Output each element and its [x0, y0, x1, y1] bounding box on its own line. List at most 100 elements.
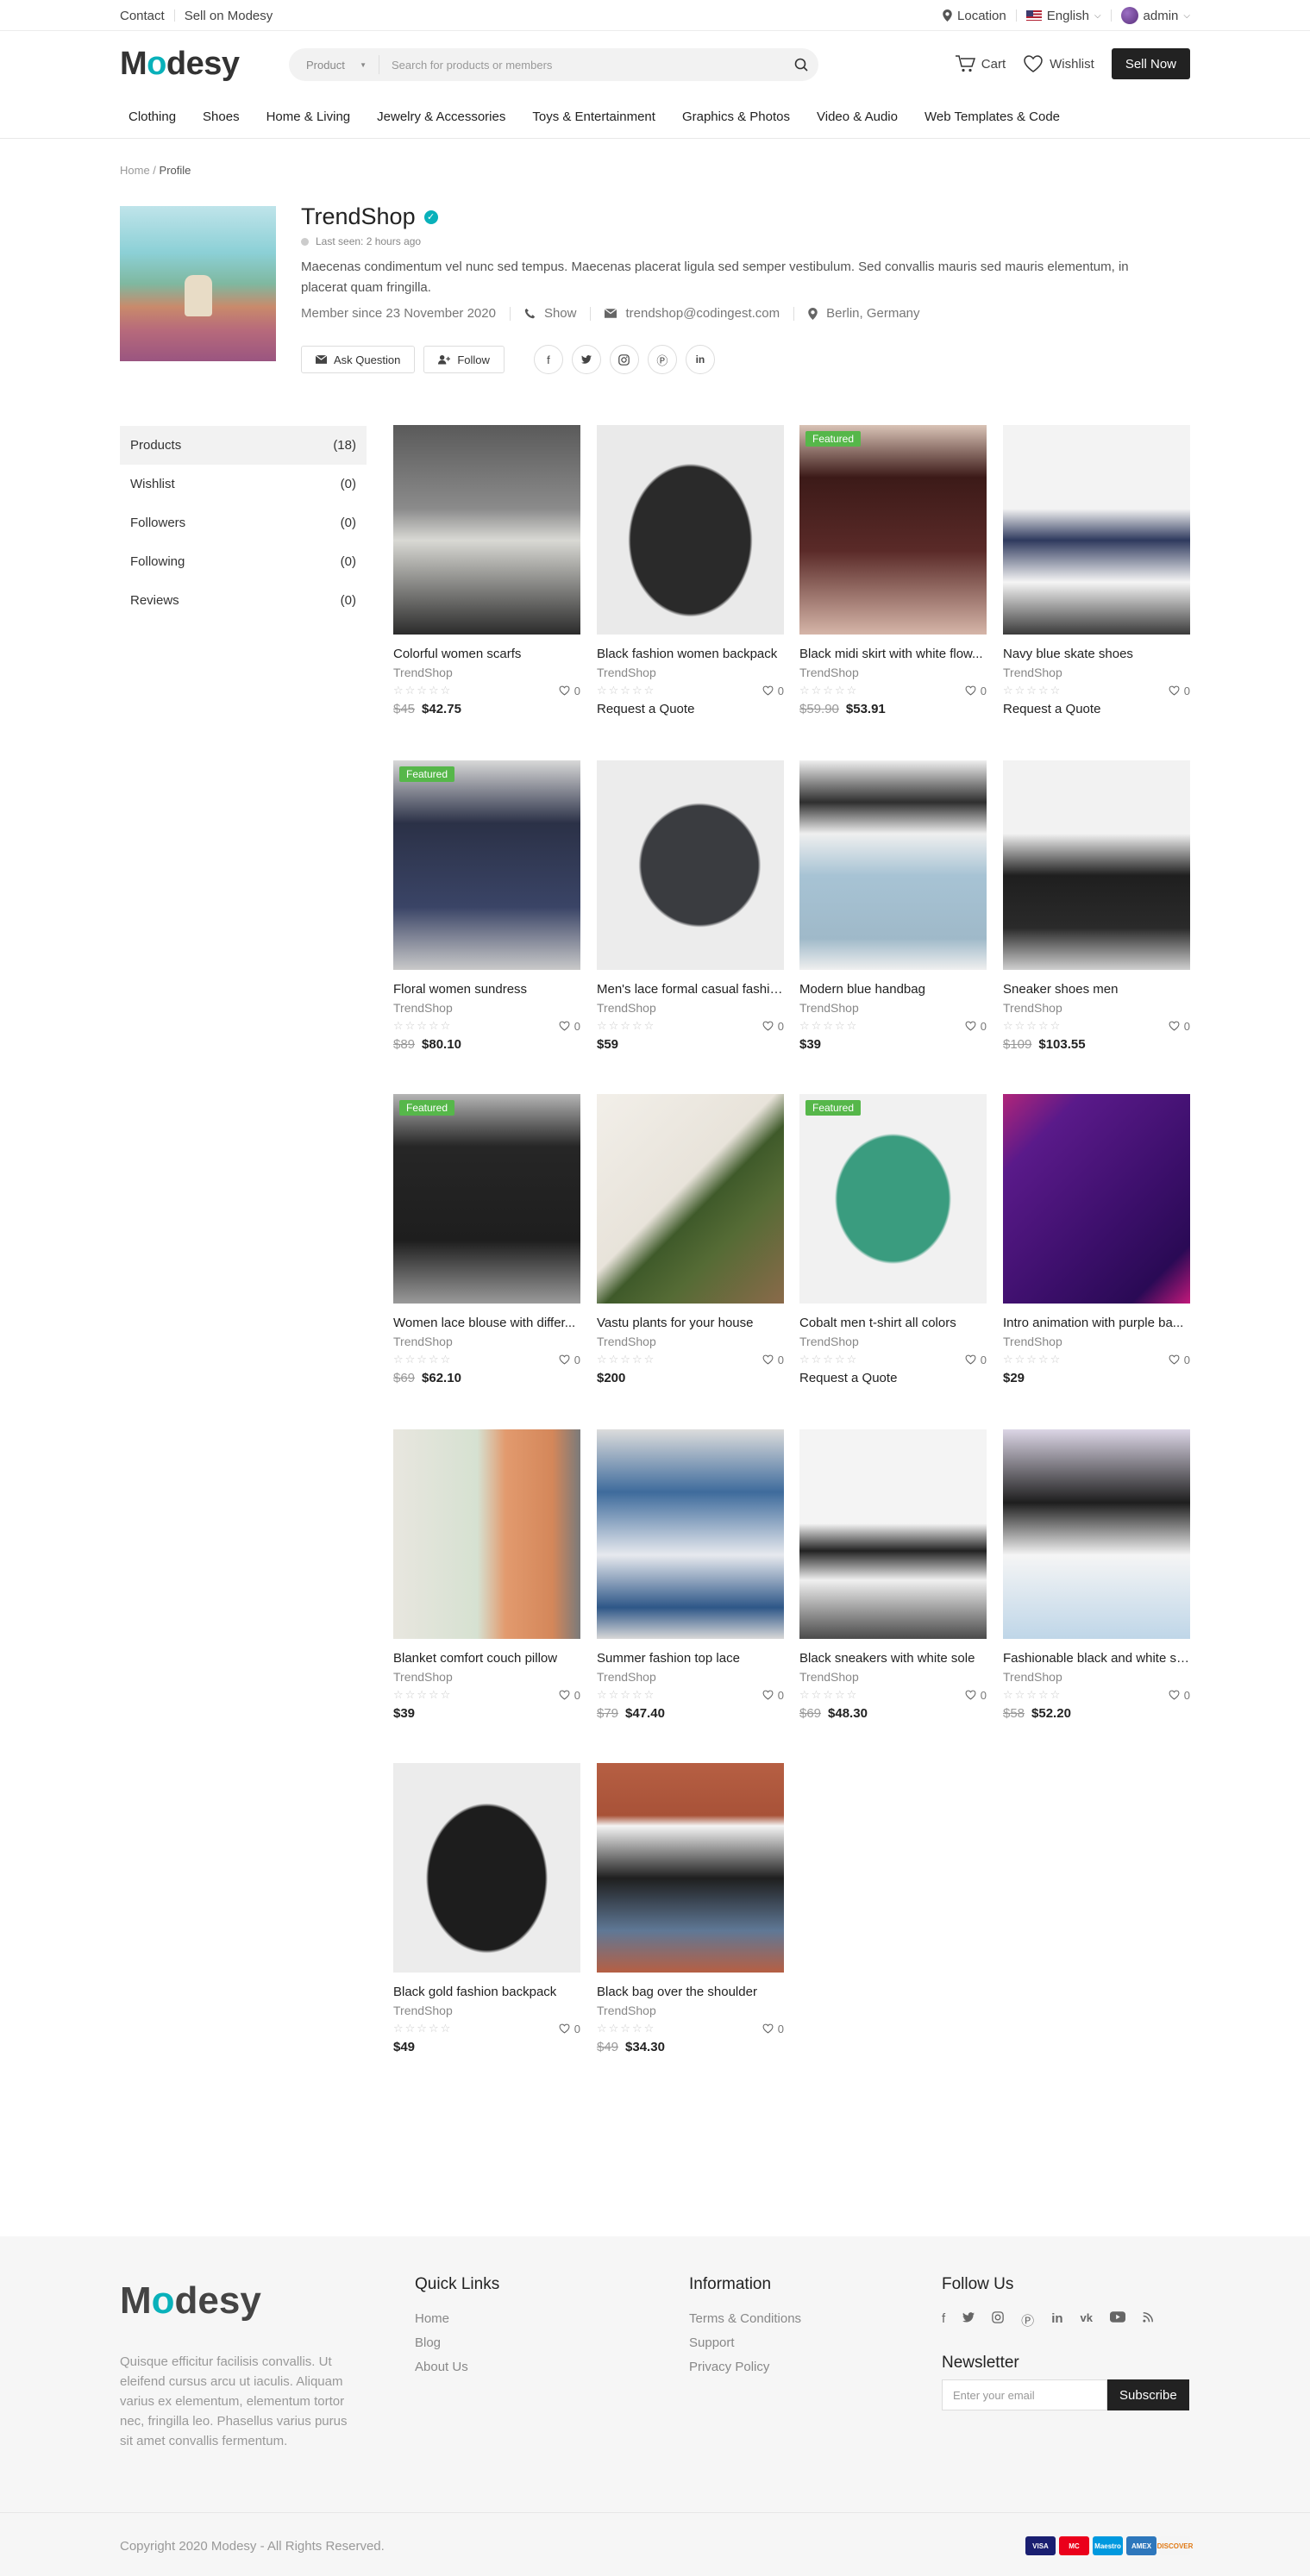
- subscribe-button[interactable]: Subscribe: [1107, 2379, 1189, 2410]
- like-button[interactable]: 0: [559, 685, 580, 697]
- product-image[interactable]: Featured: [393, 760, 580, 970]
- footer-link[interactable]: Terms & Conditions: [689, 2311, 801, 2326]
- product-seller[interactable]: TrendShop: [597, 666, 784, 679]
- like-button[interactable]: 0: [965, 1689, 987, 1702]
- product-image[interactable]: [1003, 425, 1190, 635]
- nav-item[interactable]: Clothing: [128, 109, 176, 124]
- like-button[interactable]: 0: [559, 1689, 580, 1702]
- product-title[interactable]: Summer fashion top lace: [597, 1651, 784, 1666]
- pinterest-icon[interactable]: Ⓟ: [1021, 2311, 1034, 2329]
- cart-link[interactable]: Cart: [955, 54, 1006, 73]
- pinterest-icon[interactable]: Ⓟ: [647, 345, 677, 374]
- product-image[interactable]: Featured: [799, 1094, 987, 1304]
- product-image[interactable]: [799, 760, 987, 970]
- contact-link[interactable]: Contact: [120, 9, 165, 23]
- product-image[interactable]: [597, 1763, 784, 1973]
- nav-item[interactable]: Toys & Entertainment: [532, 109, 655, 124]
- user-menu[interactable]: admin ⌵: [1120, 7, 1190, 24]
- product-card[interactable]: Featured Women lace blouse with differ...…: [393, 1094, 580, 1385]
- product-card[interactable]: Black sneakers with white sole TrendShop ☆…: [799, 1429, 987, 1721]
- twitter-icon[interactable]: [962, 2311, 975, 2329]
- nav-item[interactable]: Home & Living: [266, 109, 351, 124]
- product-title[interactable]: Fashionable black and white sn...: [1003, 1651, 1190, 1666]
- footer-link[interactable]: About Us: [415, 2360, 499, 2374]
- nav-item[interactable]: Jewelry & Accessories: [377, 109, 505, 124]
- ask-question-button[interactable]: Ask Question: [301, 346, 416, 373]
- linkedin-icon[interactable]: in: [1051, 2311, 1062, 2329]
- current-price[interactable]: Request a Quote: [597, 702, 694, 716]
- like-button[interactable]: 0: [965, 1020, 987, 1033]
- like-button[interactable]: 0: [965, 685, 987, 697]
- like-button[interactable]: 0: [1169, 1354, 1190, 1366]
- product-image[interactable]: Featured: [799, 425, 987, 635]
- product-card[interactable]: Intro animation with purple ba... TrendSh…: [1003, 1094, 1190, 1385]
- product-title[interactable]: Colorful women scarfs: [393, 647, 580, 661]
- sidebar-item-followers[interactable]: Followers (0): [120, 503, 367, 542]
- like-button[interactable]: 0: [762, 2023, 784, 2035]
- product-seller[interactable]: TrendShop: [597, 1335, 784, 1348]
- vk-icon[interactable]: vk: [1081, 2311, 1093, 2329]
- youtube-icon[interactable]: [1110, 2311, 1125, 2329]
- product-seller[interactable]: TrendShop: [799, 1001, 987, 1015]
- product-title[interactable]: Cobalt men t-shirt all colors: [799, 1316, 987, 1330]
- footer-logo[interactable]: Modesy: [120, 2279, 261, 2323]
- product-seller[interactable]: TrendShop: [597, 1001, 784, 1015]
- product-seller[interactable]: TrendShop: [393, 1670, 580, 1684]
- location-selector[interactable]: Location: [943, 9, 1006, 23]
- product-card[interactable]: Featured Cobalt men t-shirt all colors Tre…: [799, 1094, 987, 1385]
- sell-on-link[interactable]: Sell on Modesy: [185, 9, 273, 23]
- nav-item[interactable]: Graphics & Photos: [682, 109, 790, 124]
- product-seller[interactable]: TrendShop: [1003, 1335, 1190, 1348]
- twitter-icon[interactable]: [571, 345, 601, 374]
- sidebar-item-wishlist[interactable]: Wishlist (0): [120, 465, 367, 503]
- product-seller[interactable]: TrendShop: [799, 1670, 987, 1684]
- product-card[interactable]: Black bag over the shoulder TrendShop ☆☆☆☆…: [597, 1763, 784, 2054]
- rss-icon[interactable]: [1143, 2311, 1153, 2329]
- product-card[interactable]: Colorful women scarfs TrendShop ☆☆☆☆☆ 0 $45 $…: [393, 425, 580, 716]
- product-card[interactable]: Black fashion women backpack TrendShop ☆☆☆…: [597, 425, 784, 716]
- product-image[interactable]: [597, 1094, 784, 1304]
- like-button[interactable]: 0: [1169, 1689, 1190, 1702]
- product-title[interactable]: Floral women sundress: [393, 982, 580, 997]
- product-seller[interactable]: TrendShop: [799, 666, 987, 679]
- product-title[interactable]: Blanket comfort couch pillow: [393, 1651, 580, 1666]
- nav-item[interactable]: Shoes: [203, 109, 240, 124]
- product-title[interactable]: Modern blue handbag: [799, 982, 987, 997]
- current-price[interactable]: Request a Quote: [799, 1371, 897, 1385]
- product-image[interactable]: [393, 1763, 580, 1973]
- product-card[interactable]: Vastu plants for your house TrendShop ☆☆☆☆…: [597, 1094, 784, 1385]
- product-card[interactable]: Fashionable black and white sn... TrendSh…: [1003, 1429, 1190, 1721]
- instagram-icon[interactable]: [992, 2311, 1004, 2329]
- facebook-icon[interactable]: f: [942, 2311, 945, 2329]
- product-seller[interactable]: TrendShop: [393, 2004, 580, 2017]
- product-card[interactable]: Black gold fashion backpack TrendShop ☆☆☆☆…: [393, 1763, 580, 2054]
- like-button[interactable]: 0: [965, 1354, 987, 1366]
- product-image[interactable]: [1003, 1094, 1190, 1304]
- language-selector[interactable]: English ⌵: [1025, 9, 1101, 23]
- nav-item[interactable]: Web Templates & Code: [925, 109, 1060, 124]
- linkedin-icon[interactable]: in: [685, 345, 715, 374]
- logo[interactable]: Modesy: [120, 46, 240, 83]
- product-image[interactable]: Featured: [393, 1094, 580, 1304]
- product-seller[interactable]: TrendShop: [393, 1335, 580, 1348]
- product-image[interactable]: [799, 1429, 987, 1639]
- like-button[interactable]: 0: [1169, 1020, 1190, 1033]
- sidebar-item-products[interactable]: Products (18): [120, 426, 367, 465]
- footer-link[interactable]: Privacy Policy: [689, 2360, 801, 2374]
- like-button[interactable]: 0: [559, 1020, 580, 1033]
- product-title[interactable]: Black midi skirt with white flow...: [799, 647, 987, 661]
- product-seller[interactable]: TrendShop: [1003, 666, 1190, 679]
- product-title[interactable]: Black bag over the shoulder: [597, 1985, 784, 1999]
- product-card[interactable]: Modern blue handbag TrendShop ☆☆☆☆☆ 0 $39: [799, 760, 987, 1052]
- search-category-select[interactable]: Product ▼: [289, 55, 379, 74]
- product-card[interactable]: Blanket comfort couch pillow TrendShop ☆☆☆…: [393, 1429, 580, 1721]
- product-title[interactable]: Sneaker shoes men: [1003, 982, 1190, 997]
- like-button[interactable]: 0: [1169, 685, 1190, 697]
- product-card[interactable]: Navy blue skate shoes TrendShop ☆☆☆☆☆ 0 Requ…: [1003, 425, 1190, 716]
- product-seller[interactable]: TrendShop: [597, 1670, 784, 1684]
- product-title[interactable]: Intro animation with purple ba...: [1003, 1316, 1190, 1330]
- like-button[interactable]: 0: [762, 1689, 784, 1702]
- product-card[interactable]: Featured Black midi skirt with white flow…: [799, 425, 987, 716]
- product-image[interactable]: [597, 1429, 784, 1639]
- footer-link[interactable]: Blog: [415, 2335, 499, 2350]
